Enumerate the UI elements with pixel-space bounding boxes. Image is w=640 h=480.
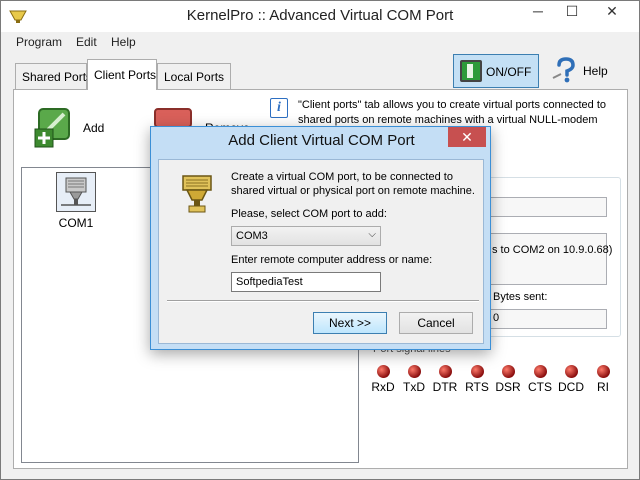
signal-label-txd: TxD [403, 380, 425, 394]
tab-shared-ports[interactable]: Shared Ports [15, 63, 92, 89]
remote-address-value: SoftpediaTest [236, 276, 303, 288]
serial-connector-icon [182, 175, 212, 213]
port-label: COM1 [58, 216, 94, 230]
maximize-button[interactable]: ☐ [557, 1, 587, 23]
onoff-label: ON/OFF [486, 65, 532, 79]
bytes-sent-field: 0 [489, 309, 607, 329]
add-port-button[interactable]: Add [33, 105, 113, 149]
led-rts [471, 365, 484, 378]
dialog-close-button[interactable]: ✕ [448, 127, 486, 147]
help-label: Help [583, 64, 608, 78]
remove-port-icon [154, 108, 192, 127]
add-label: Add [83, 121, 105, 135]
com-port-select[interactable]: COM3 ⌵ [231, 226, 381, 246]
serial-port-icon [56, 172, 96, 212]
power-switch-icon [460, 60, 482, 82]
led-dsr [502, 365, 515, 378]
info-icon: i [270, 98, 288, 118]
signal-label-dtr: DTR [432, 380, 458, 394]
dialog-separator [167, 300, 479, 302]
signal-label-cts: CTS [528, 380, 552, 394]
chevron-down-icon: ⌵ [368, 229, 376, 240]
menu-help[interactable]: Help [111, 35, 136, 49]
led-ri [597, 365, 610, 378]
menu-program[interactable]: Program [16, 35, 62, 49]
led-dtr [439, 365, 452, 378]
bytes-sent-label: Bytes sent: [493, 291, 548, 303]
help-button[interactable]: Help [549, 56, 609, 86]
led-cts [534, 365, 547, 378]
signal-label-dcd: DCD [558, 380, 584, 394]
led-rxd [377, 365, 390, 378]
port-item-com1[interactable]: COM1 [54, 172, 98, 230]
dialog-title: Add Client Virtual COM Port [228, 132, 415, 149]
title-bar: KernelPro :: Advanced Virtual COM Port ─… [1, 1, 639, 32]
led-txd [408, 365, 421, 378]
dialog-description: Create a virtual COM port, to be connect… [231, 171, 475, 197]
tab-client-ports[interactable]: Client Ports [87, 59, 157, 90]
select-port-label: Please, select COM port to add: [231, 208, 387, 220]
led-dcd [565, 365, 578, 378]
signal-label-dsr: DSR [495, 380, 521, 394]
add-port-icon [34, 108, 70, 148]
connection-text: s to COM2 on 10.9.0.68) [492, 244, 613, 256]
com-port-selected-value: COM3 [236, 230, 268, 242]
close-button[interactable]: ✕ [589, 1, 635, 23]
address-label: Enter remote computer address or name: [231, 254, 433, 266]
minimize-button[interactable]: ─ [523, 1, 553, 23]
connection-field: s to COM2 on 10.9.0.68) [489, 233, 612, 285]
details-field-top [489, 197, 607, 217]
signal-label-rxd: RxD [371, 380, 395, 394]
next-button[interactable]: Next >> [313, 312, 387, 334]
remote-address-input[interactable]: SoftpediaTest [231, 272, 381, 292]
help-question-icon [552, 57, 575, 83]
menu-bar: Program Edit Help [1, 32, 639, 52]
signal-label-rts: RTS [465, 380, 489, 394]
tab-local-ports[interactable]: Local Ports [157, 63, 231, 89]
dialog-body: Create a virtual COM port, to be connect… [158, 159, 484, 344]
bytes-sent-value: 0 [493, 312, 500, 324]
onoff-button[interactable]: ON/OFF [453, 54, 539, 88]
menu-edit[interactable]: Edit [76, 35, 97, 49]
cancel-button[interactable]: Cancel [399, 312, 473, 334]
add-client-port-dialog: Add Client Virtual COM Port ✕ Create a v… [150, 126, 491, 350]
signal-label-ri: RI [597, 380, 609, 394]
